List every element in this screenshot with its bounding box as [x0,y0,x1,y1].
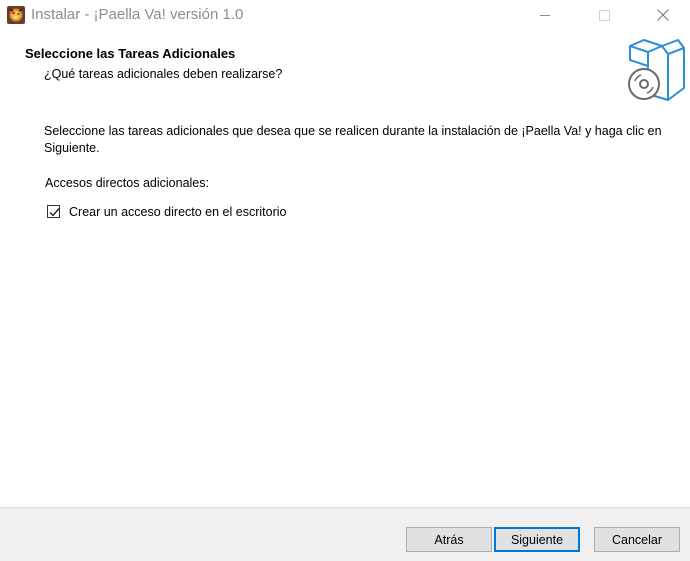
desktop-shortcut-task[interactable]: Crear un acceso directo en el escritorio [47,203,286,220]
next-button[interactable]: Siguiente [494,527,580,552]
maximize-button[interactable] [581,0,627,31]
button-bar: Atrás Siguiente Cancelar [0,507,690,561]
close-button[interactable] [640,0,686,31]
box-disc-icon [624,38,686,102]
window-title: Instalar - ¡Paella Va! versión 1.0 [31,6,244,23]
checkmark-icon [49,208,60,217]
shortcuts-group-label: Accesos directos adicionales: [45,176,209,190]
page-title: Seleccione las Tareas Adicionales [25,46,236,61]
close-icon [657,9,669,21]
maximize-icon [599,10,610,21]
desktop-shortcut-label[interactable]: Crear un acceso directo en el escritorio [69,205,286,219]
paella-app-icon [7,6,25,24]
title-bar[interactable]: Instalar - ¡Paella Va! versión 1.0 [0,0,690,31]
back-button[interactable]: Atrás [406,527,492,552]
page-subtitle: ¿Qué tareas adicionales deben realizarse… [44,67,283,81]
cancel-button[interactable]: Cancelar [594,527,680,552]
installer-window: Instalar - ¡Paella Va! versión 1.0 Selec… [0,0,690,561]
minimize-button[interactable] [522,0,568,31]
desktop-shortcut-checkbox[interactable] [47,205,60,218]
minimize-icon [540,15,550,16]
instructions-text: Seleccione las tareas adicionales que de… [44,124,662,155]
